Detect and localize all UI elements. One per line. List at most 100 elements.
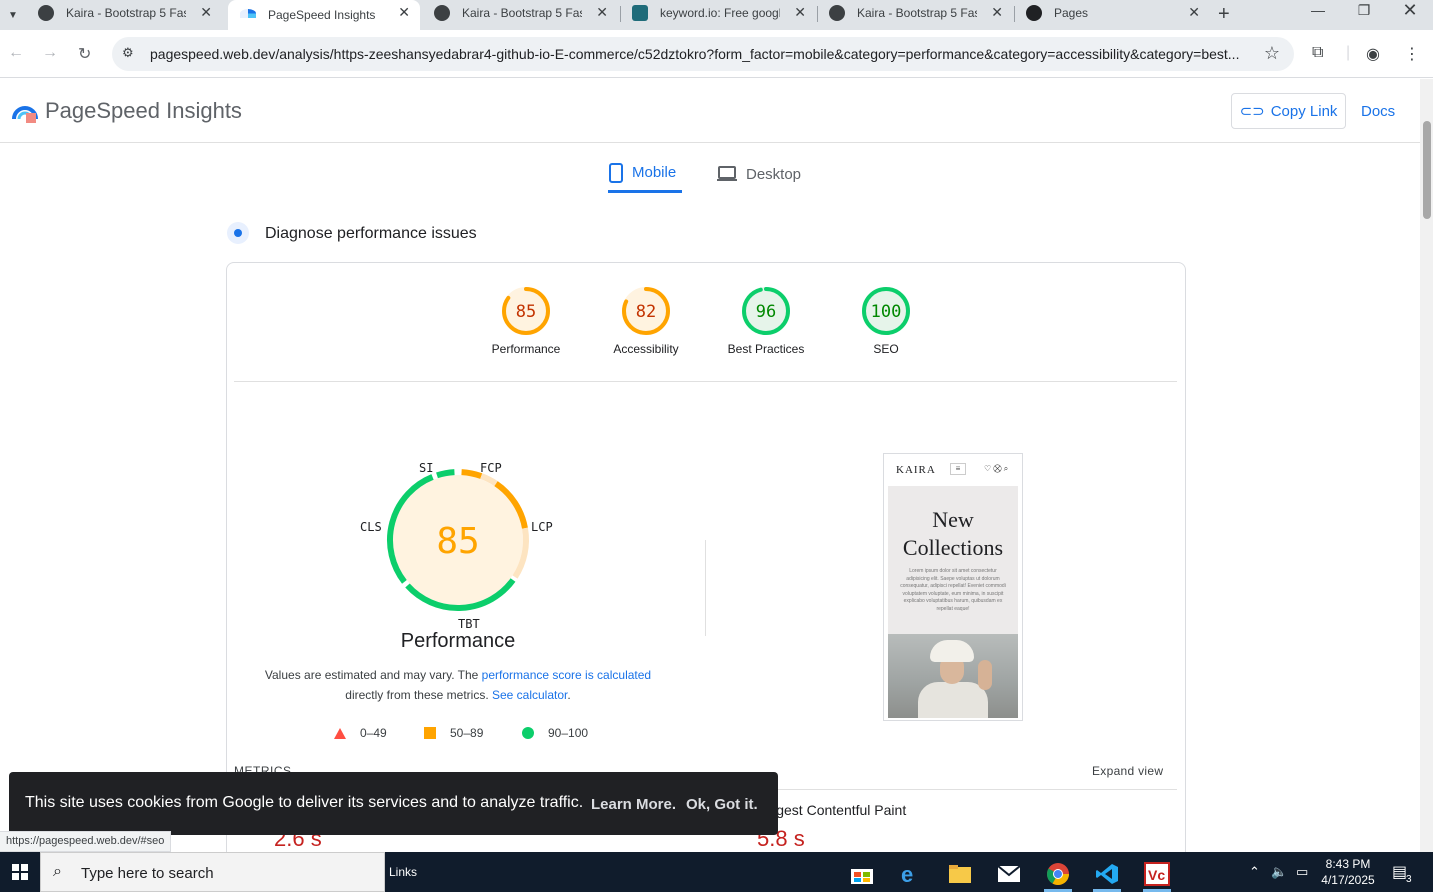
close-tab-icon[interactable]: ✕ <box>1188 4 1200 21</box>
gauge-ring: 100 <box>862 287 910 335</box>
triangle-icon <box>334 727 346 739</box>
browser-tab-2[interactable]: PageSpeed Insights ✕ <box>228 0 420 30</box>
diagnose-icon <box>227 222 249 244</box>
close-tab-icon[interactable]: ✕ <box>398 4 410 21</box>
bookmark-star-icon[interactable]: ☆ <box>1264 43 1280 64</box>
browser-tab-4[interactable]: keyword.io: Free google ✕ <box>620 0 816 26</box>
file-explorer-icon[interactable] <box>940 856 980 892</box>
store-app-icon[interactable] <box>842 856 882 892</box>
legend-fail: 0–49 <box>334 726 387 740</box>
metric-label-cls: CLS <box>360 520 382 534</box>
learn-more-link[interactable]: Learn More. <box>591 796 676 813</box>
chrome-app-icon[interactable] <box>1038 856 1078 892</box>
gauge-ring: 96 <box>742 287 790 335</box>
edge-app-icon[interactable]: e <box>890 856 930 892</box>
restore-icon[interactable]: ❐ <box>1344 2 1384 19</box>
gauge-label: SEO <box>873 342 899 356</box>
page-scrollbar[interactable] <box>1420 79 1433 852</box>
network-icon[interactable]: ▭ <box>1296 864 1308 880</box>
svg-text:e: e <box>901 862 913 886</box>
volume-muted-icon[interactable]: 🔈 <box>1271 864 1287 880</box>
cookie-text: This site uses cookies from Google to de… <box>25 794 584 811</box>
close-tab-icon[interactable]: ✕ <box>596 4 608 21</box>
browser-tab-6[interactable]: Pages ✕ <box>1014 0 1210 26</box>
links-toolbar[interactable]: Links <box>389 865 417 879</box>
vscode-app-icon[interactable] <box>1087 856 1127 892</box>
score-gauge-performance[interactable]: 85 Performance <box>476 286 576 356</box>
tab-title: Kaira - Bootstrap 5 Fash <box>462 6 582 20</box>
thumb-hero: New Collections Lorem ipsum dolor sit ame… <box>888 486 1018 636</box>
metric-label-si: SI <box>419 461 434 475</box>
app-title[interactable]: PageSpeed Insights <box>45 98 242 124</box>
tab-desktop[interactable]: Desktop <box>716 155 808 193</box>
visual-studio-app-icon[interactable]: Vc <box>1137 856 1177 892</box>
profile-icon[interactable]: ◉ <box>1366 44 1380 64</box>
github-icon <box>434 5 450 21</box>
tab-title: Kaira - Bootstrap 5 Fash <box>857 6 977 20</box>
url-text[interactable]: pagespeed.web.dev/analysis/https-zeeshan… <box>150 46 1250 62</box>
performance-score-link[interactable]: performance score is calculated <box>482 668 651 682</box>
thumb-brand: KAIRA <box>896 464 936 476</box>
score-gauge-best-practices[interactable]: 96 Best Practices <box>716 286 816 356</box>
browser-tab-1[interactable]: Kaira - Bootstrap 5 Fash ✕ <box>26 0 222 26</box>
thumb-body-text: Lorem ipsum dolor sit amet consectetur a… <box>900 568 1006 612</box>
score-gauge-seo[interactable]: 100 SEO <box>836 286 936 356</box>
score-gauge-accessibility[interactable]: 82 Accessibility <box>596 286 696 356</box>
address-bar[interactable]: ⚙ pagespeed.web.dev/analysis/https-zeesh… <box>112 37 1294 71</box>
close-tab-icon[interactable]: ✕ <box>991 4 1003 21</box>
legend-pass: 90–100 <box>522 726 588 740</box>
circle-icon <box>522 727 534 739</box>
notifications-icon[interactable]: ▤ <box>1392 862 1407 882</box>
tab-search-icon[interactable]: ▼ <box>4 6 22 24</box>
browser-tab-3[interactable]: Kaira - Bootstrap 5 Fash ✕ <box>422 0 618 26</box>
diagnose-title: Diagnose performance issues <box>265 225 477 242</box>
close-tab-icon[interactable]: ✕ <box>200 4 212 21</box>
taskbar-clock[interactable]: 8:43 PM 4/17/2025 <box>1316 856 1380 888</box>
tab-title: Pages <box>1054 6 1089 20</box>
minimize-icon[interactable]: — <box>1298 2 1338 18</box>
ok-got-it-button[interactable]: Ok, Got it. <box>686 796 758 813</box>
start-button[interactable] <box>0 852 40 892</box>
keyword-icon <box>632 5 648 21</box>
forward-icon[interactable]: → <box>42 44 58 62</box>
mail-app-icon[interactable] <box>989 856 1029 892</box>
site-info-icon[interactable]: ⚙ <box>122 45 134 61</box>
gauge-label: Best Practices <box>727 342 805 356</box>
gauge-score: 85 <box>516 302 536 322</box>
tab-mobile[interactable]: Mobile <box>608 155 682 193</box>
extensions-icon[interactable]: ⧉ <box>1312 44 1323 62</box>
copy-link-button[interactable]: ⊂⊃ Copy Link <box>1231 93 1346 129</box>
docs-link[interactable]: Docs <box>1361 103 1395 120</box>
windows-icon <box>12 864 28 880</box>
scrollbar-thumb[interactable] <box>1423 121 1431 219</box>
new-tab-icon[interactable]: + <box>1218 3 1230 26</box>
thumb-nav-icons: ♡ ⛒ ⌕ <box>984 464 1009 473</box>
expand-view-button[interactable]: Expand view <box>1092 764 1163 778</box>
window-close-icon[interactable]: ✕ <box>1390 0 1430 21</box>
github-icon <box>38 5 54 21</box>
see-calculator-link[interactable]: See calculator <box>492 688 567 702</box>
thumb-headline-2: Collections <box>902 535 1004 560</box>
gauge-label: Performance <box>491 342 561 356</box>
performance-score: 85 <box>436 521 479 562</box>
link-icon: ⊂⊃ <box>1239 103 1265 120</box>
taskbar-search[interactable]: ⌕ Type here to search <box>40 852 385 892</box>
close-tab-icon[interactable]: ✕ <box>794 4 806 21</box>
github-icon <box>1026 5 1042 21</box>
segment-si <box>436 469 455 479</box>
metric-label-fcp: FCP <box>480 461 502 475</box>
score-note-line2: directly from these metrics. See calcula… <box>345 688 571 702</box>
cookie-banner: This site uses cookies from Google to de… <box>9 772 778 835</box>
menu-kebab-icon[interactable]: ⋮ <box>1404 44 1420 64</box>
show-hidden-icons[interactable]: ⌃ <box>1249 864 1260 880</box>
laptop-icon <box>717 166 737 181</box>
tab-title: keyword.io: Free google <box>660 6 780 20</box>
reload-icon[interactable]: ↻ <box>78 44 91 64</box>
gauge-score: 96 <box>756 302 776 322</box>
browser-toolbar: ← → ↻ ⚙ pagespeed.web.dev/analysis/https… <box>0 30 1433 78</box>
pagespeed-logo-icon <box>12 106 38 123</box>
metric-label-lcp: LCP <box>531 520 553 534</box>
back-icon[interactable]: ← <box>8 44 24 62</box>
browser-tab-5[interactable]: Kaira - Bootstrap 5 Fash ✕ <box>817 0 1013 26</box>
svg-text:Vc: Vc <box>1148 867 1165 883</box>
